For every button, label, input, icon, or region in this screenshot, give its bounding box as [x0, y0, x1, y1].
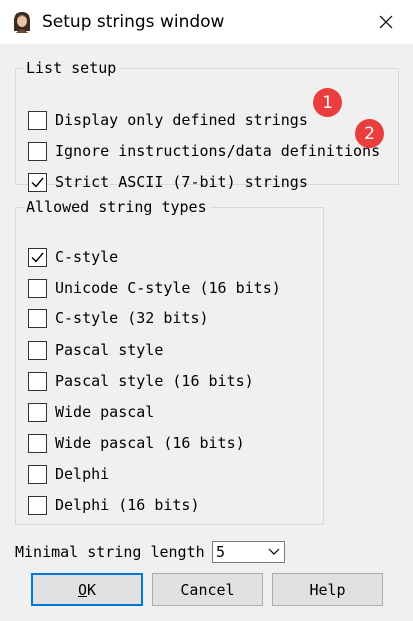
checkbox-label: Ignore instructions/data definitions	[55, 142, 381, 160]
allowed-string-types-group: Allowed string types C-style Unicode C-s…	[15, 198, 324, 525]
checkbox-label: Pascal style	[55, 341, 164, 359]
delphi-checkbox[interactable]: Delphi	[28, 463, 109, 485]
close-button[interactable]	[359, 0, 413, 44]
c-style-checkbox[interactable]: C-style	[28, 246, 118, 268]
checkmark-icon	[31, 252, 44, 263]
checkbox-label: Wide pascal	[55, 403, 155, 421]
min-length-select[interactable]: 5	[212, 541, 285, 563]
ok-accelerator: O	[77, 580, 87, 599]
list-setup-group: List setup Display only defined strings …	[15, 59, 399, 192]
checkbox-box[interactable]	[28, 433, 47, 453]
c-style-32-checkbox[interactable]: C-style (32 bits)	[28, 307, 209, 329]
wide-pascal-checkbox[interactable]: Wide pascal	[28, 401, 154, 423]
checkbox-box[interactable]	[28, 340, 47, 360]
checkbox-box[interactable]	[28, 247, 47, 267]
allowed-string-types-legend: Allowed string types	[26, 198, 207, 216]
close-icon	[379, 15, 393, 29]
delphi-16-checkbox[interactable]: Delphi (16 bits)	[28, 494, 200, 516]
help-label: Help	[309, 580, 346, 599]
checkbox-box[interactable]	[28, 141, 47, 161]
portrait-icon	[11, 11, 33, 33]
ignore-instructions-checkbox[interactable]: Ignore instructions/data definitions	[28, 140, 380, 162]
ok-label-rest: K	[87, 580, 97, 599]
checkbox-label: Display only defined strings	[55, 111, 308, 129]
strict-ascii-checkbox[interactable]: Strict ASCII (7-bit) strings	[28, 171, 308, 193]
chevron-down-icon	[268, 548, 280, 555]
pascal-style-checkbox[interactable]: Pascal style	[28, 339, 163, 361]
checkbox-box[interactable]	[28, 308, 47, 328]
checkbox-box[interactable]	[28, 402, 47, 422]
checkbox-label: Delphi (16 bits)	[55, 496, 200, 514]
checkbox-label: Wide pascal (16 bits)	[55, 434, 245, 452]
unicode-c-style-checkbox[interactable]: Unicode C-style (16 bits)	[28, 277, 281, 299]
min-length-value: 5	[216, 543, 226, 561]
list-setup-legend: List setup	[26, 59, 117, 77]
checkbox-label: Delphi	[55, 465, 110, 483]
title-bar[interactable]: Setup strings window	[0, 0, 413, 44]
checkbox-box[interactable]	[28, 110, 47, 130]
checkbox-box[interactable]	[28, 464, 47, 484]
cancel-label: Cancel	[180, 580, 235, 599]
annotation-badge-1: 1	[313, 88, 342, 117]
checkbox-label: Strict ASCII (7-bit) strings	[55, 173, 308, 191]
window-title: Setup strings window	[42, 12, 225, 32]
checkbox-box[interactable]	[28, 172, 47, 192]
checkbox-box[interactable]	[28, 371, 47, 391]
min-length-label: Minimal string length	[15, 543, 205, 561]
checkbox-label: Pascal style (16 bits)	[55, 372, 254, 390]
ok-button[interactable]: OK	[31, 573, 143, 606]
checkbox-label: C-style	[55, 248, 119, 266]
checkmark-icon	[31, 177, 44, 188]
checkbox-box[interactable]	[28, 278, 47, 298]
annotation-badge-2: 2	[355, 119, 384, 148]
pascal-style-16-checkbox[interactable]: Pascal style (16 bits)	[28, 370, 254, 392]
checkbox-label: C-style (32 bits)	[55, 309, 209, 327]
display-only-defined-checkbox[interactable]: Display only defined strings	[28, 109, 308, 131]
dialog-client-area: List setup Display only defined strings …	[0, 44, 413, 621]
help-button[interactable]: Help	[272, 573, 383, 606]
checkbox-label: Unicode C-style (16 bits)	[55, 279, 281, 297]
wide-pascal-16-checkbox[interactable]: Wide pascal (16 bits)	[28, 432, 245, 454]
cancel-button[interactable]: Cancel	[152, 573, 263, 606]
checkbox-box[interactable]	[28, 495, 47, 515]
